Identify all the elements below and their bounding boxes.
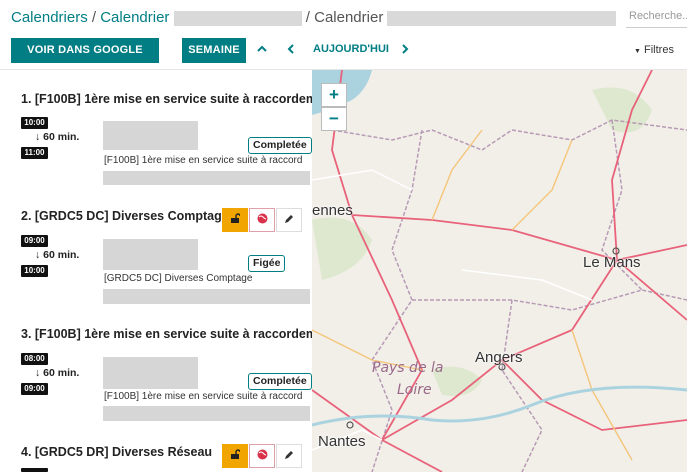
map-label-region: Pays de la [372,360,444,376]
breadcrumb-separator: / [91,9,97,26]
map-tiles [312,70,687,472]
end-time-badge: 09:00 [21,383,48,395]
map-label-nantes: Nantes [318,433,366,450]
end-time-badge: 11:00 [21,147,48,159]
zoom-in-button[interactable]: + [321,83,347,107]
end-time-badge: 10:00 [21,265,48,277]
start-time-badge: 08:00 [21,353,48,365]
status-badge: Completée [248,137,312,154]
search-input[interactable]: Recherche... [626,6,687,28]
start-time-badge: 09:00 [21,235,48,247]
map-view[interactable] [312,70,687,472]
duration-label: ↓ 60 min. [35,131,80,143]
pencil-icon [285,215,293,223]
map-label-angers: Angers [475,349,523,366]
redacted-block [103,406,310,421]
chevron-right-icon[interactable] [400,42,410,57]
breadcrumb-calendriers[interactable]: Calendriers [11,9,88,26]
breadcrumb-separator: / [305,9,310,26]
item-description: [F100B] 1ère mise en service suite à rac… [104,155,303,166]
google-maps-button[interactable]: VOIR DANS GOOGLE MAPS [11,38,159,81]
today-button[interactable]: AUJOURD'HUI [313,43,389,55]
redacted-block [103,357,198,389]
week-button[interactable]: SEMAINE [182,38,246,63]
redacted-block [103,121,198,150]
list-item-title[interactable]: 3. [F100B] 1ère mise en service suite à … [21,327,317,341]
globe-button[interactable] [249,208,275,232]
item-description: [F100B] 1ère mise en service suite à rac… [104,391,303,402]
filters-button[interactable]: ▼ Filtres [634,44,674,56]
filter-icon: ▼ [634,48,641,55]
globe-icon [257,449,267,460]
breadcrumb-current: Calendrier [314,9,384,26]
redacted-text [173,10,302,26]
filters-label: Filtres [644,44,674,56]
item-description: [GRDC5 DC] Diverses Comptage [104,273,253,284]
chevron-up-icon[interactable] [257,42,267,57]
duration-label: ↓ 60 min. [35,367,80,379]
start-time-badge: 10:00 [21,117,48,129]
redacted-block [103,239,198,270]
map-label-rennes: ennes [312,202,353,219]
zoom-out-button[interactable]: − [321,107,347,131]
redacted-block [103,289,310,304]
redacted-block [103,171,310,185]
globe-button[interactable] [249,444,275,468]
top-bar: Calendriers / Calendrier / Calendrier Re… [0,0,687,36]
unlock-button[interactable] [222,444,248,468]
duration-label: ↓ 60 min. [35,249,80,261]
list-item-title[interactable]: 4. [GRDC5 DR] Diverses Réseau [21,445,212,459]
lock-open-icon [231,213,241,223]
globe-icon [257,213,267,224]
status-badge: Figée [248,255,286,272]
lock-open-icon [231,449,241,459]
unlock-button[interactable] [222,208,248,232]
pencil-icon [285,451,293,459]
redacted-text [387,10,617,26]
map-label-le-mans: Le Mans [583,254,641,271]
status-badge: Completée [248,373,312,390]
breadcrumb: Calendriers / Calendrier / Calendrier [11,9,617,26]
chevron-left-icon[interactable] [286,42,296,57]
list-item-title[interactable]: 1. [F100B] 1ère mise en service suite à … [21,92,317,106]
start-time-badge [21,468,48,472]
map-label-region-2: Loire [397,382,432,398]
edit-button[interactable] [276,444,302,468]
edit-button[interactable] [276,208,302,232]
breadcrumb-calendrier[interactable]: Calendrier [100,9,169,26]
list-item-title[interactable]: 2. [GRDC5 DC] Diverses Comptage [21,209,229,223]
